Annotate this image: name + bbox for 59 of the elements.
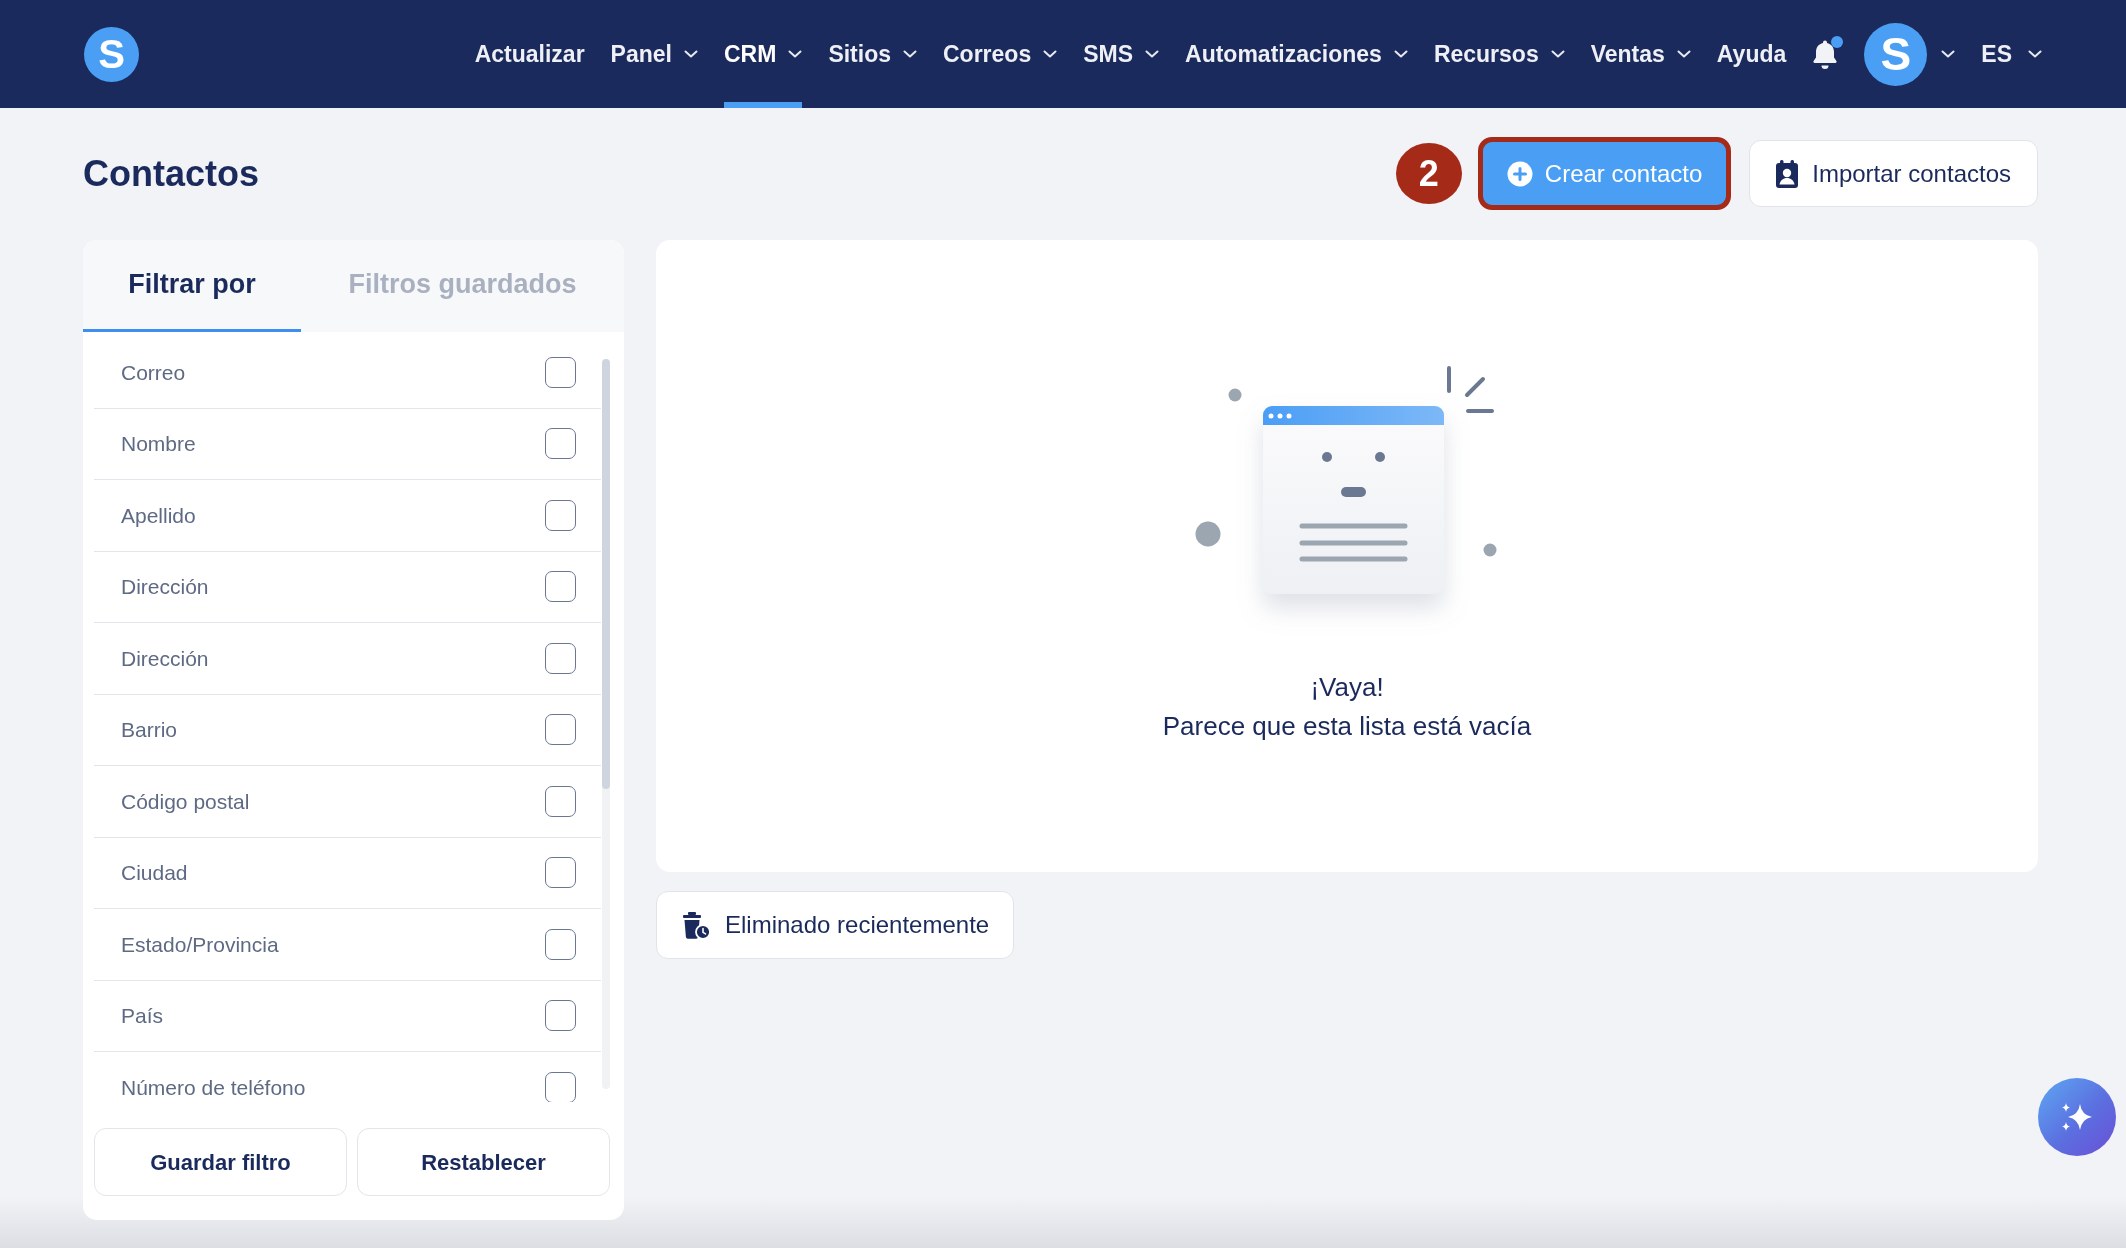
nav-link[interactable]: Ayuda xyxy=(1716,0,1787,108)
scrollbar-track[interactable] xyxy=(602,359,610,1089)
filter-label: Código postal xyxy=(121,788,250,815)
nav-link[interactable]: Sitios xyxy=(828,0,917,108)
filter-label: Nombre xyxy=(121,431,196,457)
contact-book-icon xyxy=(1776,159,1799,188)
empty-state-message: Parece que esta lista está vacía xyxy=(1162,710,1532,743)
nav-link[interactable]: Automatizaciones xyxy=(1185,0,1408,108)
plus-circle-icon xyxy=(1506,160,1533,187)
filter-label: Ciudad xyxy=(121,860,188,886)
nav-link[interactable]: Correos xyxy=(943,0,1058,108)
import-contacts-button[interactable]: Importar contactos xyxy=(1749,140,2038,207)
language-menu[interactable]: ES xyxy=(1981,36,2042,72)
checkbox[interactable] xyxy=(545,857,576,889)
scrollbar-thumb[interactable] xyxy=(602,359,610,789)
empty-state-title: ¡Vaya! xyxy=(1310,671,1384,704)
filter-row[interactable]: Estado/Provincia xyxy=(94,909,601,981)
filter-label: Correo xyxy=(121,359,186,386)
checkbox[interactable] xyxy=(545,499,576,531)
filter-label: Dirección xyxy=(121,574,209,600)
checkbox[interactable] xyxy=(545,714,576,746)
checkbox[interactable] xyxy=(545,785,576,817)
reset-button[interactable]: Restablecer xyxy=(357,1128,610,1196)
filter-label: Estado/Provincia xyxy=(121,931,279,958)
checkbox[interactable] xyxy=(545,571,576,603)
nav-link[interactable]: Recursos xyxy=(1433,0,1565,108)
checkbox[interactable] xyxy=(545,1000,576,1032)
filter-row[interactable]: Número de teléfono xyxy=(94,1052,601,1102)
checkbox[interactable] xyxy=(545,428,576,460)
filter-row[interactable]: Nombre xyxy=(94,408,601,480)
filter-label: Barrio xyxy=(121,717,178,743)
filter-row[interactable]: Dirección xyxy=(94,623,601,695)
nav-link[interactable]: CRM xyxy=(724,0,803,108)
save-filter-button[interactable]: Guardar filtro xyxy=(94,1128,347,1196)
filter-row[interactable]: Barrio xyxy=(94,694,601,766)
nav-link[interactable]: SMS xyxy=(1083,0,1160,108)
filter-row[interactable]: País xyxy=(94,980,601,1052)
filter-row[interactable]: Correo xyxy=(94,337,601,409)
checkbox[interactable] xyxy=(545,928,576,960)
checkbox[interactable] xyxy=(545,642,576,674)
nav-link[interactable]: Ventas xyxy=(1590,0,1691,108)
checkbox[interactable] xyxy=(545,1071,576,1102)
filter-row[interactable]: Apellido xyxy=(94,480,601,552)
nav-link[interactable]: Actualizar xyxy=(474,0,585,108)
recently-deleted-button[interactable]: Eliminado recientemente xyxy=(656,891,1015,959)
filter-label: Apellido xyxy=(121,502,196,529)
filter-tab[interactable]: Filtrar por xyxy=(83,240,301,332)
step-marker: 2 xyxy=(1395,143,1462,204)
checkbox[interactable] xyxy=(545,356,576,388)
page-title: Contactos xyxy=(83,151,259,196)
filter-label: Número de teléfono xyxy=(121,1074,306,1101)
filter-row[interactable]: Dirección xyxy=(94,551,601,623)
nav-link[interactable]: Panel xyxy=(610,0,698,108)
filter-row[interactable]: Ciudad xyxy=(94,837,601,909)
filter-label: Dirección xyxy=(121,645,209,672)
filter-row[interactable]: Código postal xyxy=(94,766,601,838)
filter-label: País xyxy=(121,1003,164,1029)
trash-clock-icon xyxy=(681,910,711,940)
bell-icon[interactable] xyxy=(1812,39,1839,69)
